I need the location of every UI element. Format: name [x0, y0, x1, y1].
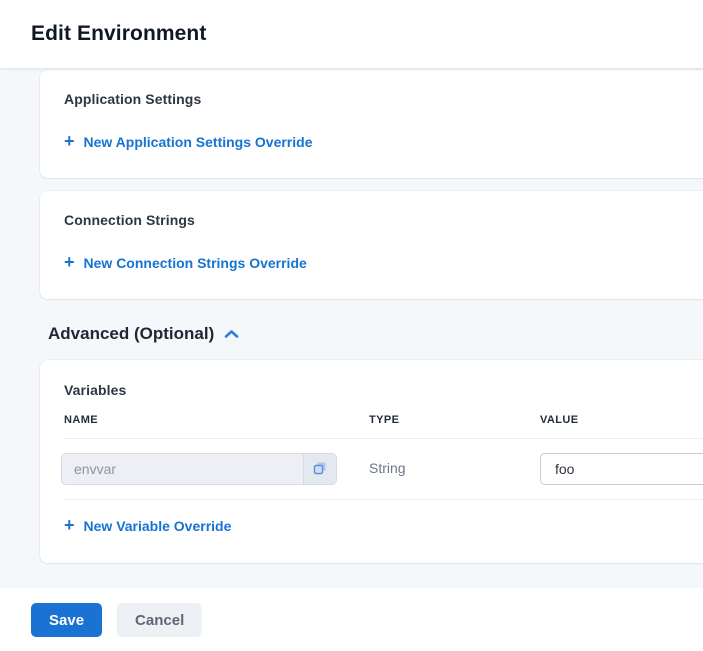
variables-table-header: NAME TYPE VALUE	[64, 414, 679, 438]
table-divider	[64, 499, 703, 500]
variable-row: String	[64, 439, 679, 499]
new-connection-strings-override-link[interactable]: + New Connection Strings Override	[64, 255, 307, 271]
chevron-up-icon	[224, 329, 239, 339]
application-settings-card: Application Settings + New Application S…	[40, 70, 703, 178]
column-header-name: NAME	[64, 414, 369, 426]
action-bar: Save Cancel	[0, 588, 703, 651]
variable-value-cell	[540, 453, 703, 485]
plus-icon: +	[64, 255, 75, 269]
variable-type-cell: String	[369, 460, 540, 478]
variable-name-input	[62, 454, 303, 484]
new-variable-override-label: New Variable Override	[84, 518, 232, 534]
new-application-settings-override-label: New Application Settings Override	[84, 134, 313, 150]
copy-button[interactable]	[303, 454, 336, 484]
new-application-settings-override-link[interactable]: + New Application Settings Override	[64, 134, 313, 150]
advanced-section-title: Advanced (Optional)	[48, 324, 214, 344]
new-variable-override-link[interactable]: + New Variable Override	[64, 518, 231, 534]
plus-icon: +	[64, 134, 75, 148]
column-header-type: TYPE	[369, 414, 540, 426]
variables-card: Variables NAME TYPE VALUE	[40, 360, 703, 563]
variable-name-field-group	[61, 453, 337, 485]
connection-strings-card: Connection Strings + New Connection Stri…	[40, 191, 703, 299]
edit-environment-form: Application Settings + New Application S…	[0, 68, 703, 563]
copy-icon	[313, 461, 327, 478]
variable-name-cell	[64, 453, 369, 485]
connection-strings-title: Connection Strings	[64, 212, 679, 228]
page-title: Edit Environment	[0, 0, 703, 68]
save-button[interactable]: Save	[31, 603, 102, 637]
variable-value-input[interactable]	[540, 453, 703, 485]
application-settings-title: Application Settings	[64, 91, 679, 107]
plus-icon: +	[64, 518, 75, 532]
variables-title: Variables	[64, 382, 679, 398]
advanced-section-toggle[interactable]: Advanced (Optional)	[48, 324, 239, 344]
variable-type-value: String	[369, 460, 406, 476]
new-connection-strings-override-label: New Connection Strings Override	[84, 255, 307, 271]
column-header-value: VALUE	[540, 414, 679, 426]
page-header: Edit Environment	[0, 0, 703, 68]
cancel-button[interactable]: Cancel	[117, 603, 202, 637]
